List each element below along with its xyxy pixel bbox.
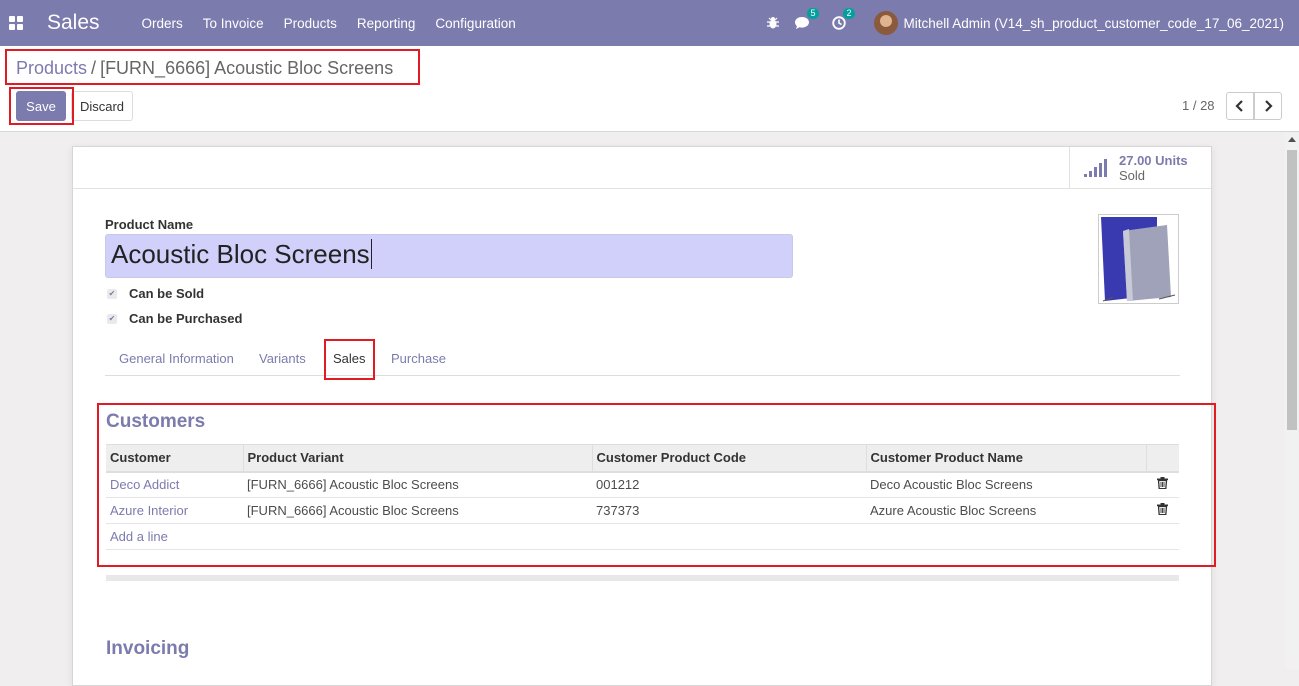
tab-purchase[interactable]: Purchase bbox=[391, 351, 446, 366]
control-panel: Products / [FURN_6666] Acoustic Bloc Scree… bbox=[0, 46, 1299, 132]
activities-clock-icon[interactable]: 2 bbox=[831, 8, 855, 30]
can-be-sold-checkbox[interactable]: ✔ bbox=[107, 288, 117, 299]
table-footer-bar bbox=[106, 575, 1179, 581]
can-be-purchased-label[interactable]: Can be Purchased bbox=[129, 311, 242, 326]
units-sold-stat-button[interactable]: 27.00 Units Sold bbox=[1069, 147, 1211, 189]
column-customer-product-code[interactable]: Customer Product Code bbox=[591, 444, 866, 473]
cell-customer-product-code[interactable]: 001212 bbox=[592, 471, 866, 498]
product-name-input[interactable]: Acoustic Bloc Screens bbox=[105, 234, 793, 278]
units-sold-value: 27.00 Units bbox=[1119, 153, 1188, 168]
units-sold-label: Sold bbox=[1119, 168, 1146, 183]
cell-customer-product-code[interactable]: 737373 bbox=[592, 497, 866, 524]
user-avatar[interactable] bbox=[873, 11, 898, 35]
cell-customer-product-name[interactable]: Azure Acoustic Bloc Screens bbox=[866, 497, 1146, 524]
product-name-value: Acoustic Bloc Screens bbox=[111, 239, 370, 269]
save-button[interactable]: Save bbox=[16, 91, 66, 121]
notebook-tabs: General Information Variants Sales Purch… bbox=[105, 339, 1180, 376]
column-customer-product-name[interactable]: Customer Product Name bbox=[865, 444, 1146, 473]
customers-table: Customer Product Variant Customer Produc… bbox=[106, 444, 1179, 550]
pager-next-button[interactable] bbox=[1254, 92, 1282, 120]
menu-reporting[interactable]: Reporting bbox=[357, 16, 416, 31]
smart-button-box: 27.00 Units Sold bbox=[73, 147, 1211, 189]
discard-button[interactable]: Discard bbox=[71, 91, 133, 121]
table-row[interactable]: Deco Addict [FURN_6666] Acoustic Bloc Sc… bbox=[106, 471, 1179, 498]
can-be-purchased-checkbox[interactable]: ✔ bbox=[107, 313, 117, 324]
table-row[interactable]: Azure Interior [FURN_6666] Acoustic Bloc… bbox=[106, 497, 1179, 524]
chevron-right-icon bbox=[1265, 100, 1273, 112]
cell-product-variant[interactable]: [FURN_6666] Acoustic Bloc Screens bbox=[243, 497, 592, 524]
messages-count-badge: 5 bbox=[807, 8, 819, 19]
cell-product-variant[interactable]: [FURN_6666] Acoustic Bloc Screens bbox=[243, 471, 592, 498]
can-be-purchased-row: ✔ Can be Purchased bbox=[107, 311, 242, 326]
tab-sales[interactable]: Sales bbox=[333, 351, 366, 366]
add-line-row: Add a line bbox=[106, 523, 1179, 550]
cell-customer[interactable]: Deco Addict bbox=[106, 471, 243, 498]
add-a-line-link[interactable]: Add a line bbox=[106, 523, 1179, 550]
column-actions bbox=[1145, 444, 1179, 473]
menu-configuration[interactable]: Configuration bbox=[435, 16, 515, 31]
menu-products[interactable]: Products bbox=[284, 16, 337, 31]
form-sheet: 27.00 Units Sold Product Name Acoustic B… bbox=[72, 146, 1212, 686]
pager-value[interactable]: 1 / 28 bbox=[1182, 98, 1215, 113]
page-scrollbar[interactable] bbox=[1285, 133, 1299, 669]
messages-icon[interactable]: 5 bbox=[794, 8, 819, 30]
user-menu[interactable]: Mitchell Admin (V14_sh_product_customer_… bbox=[904, 16, 1285, 31]
delete-row-button[interactable] bbox=[1146, 497, 1179, 524]
app-name[interactable]: Sales bbox=[47, 11, 100, 35]
table-header-row: Customer Product Variant Customer Produc… bbox=[106, 444, 1179, 473]
debug-bug-icon[interactable] bbox=[766, 16, 780, 30]
stat-text: 27.00 Units Sold bbox=[1119, 153, 1188, 183]
menu-to-invoice[interactable]: To Invoice bbox=[203, 16, 264, 31]
cell-customer[interactable]: Azure Interior bbox=[106, 497, 243, 524]
trash-icon bbox=[1157, 477, 1168, 490]
trash-icon bbox=[1157, 503, 1168, 516]
can-be-sold-label[interactable]: Can be Sold bbox=[129, 286, 204, 301]
acoustic-screen-image bbox=[1099, 215, 1178, 303]
cell-customer-product-name[interactable]: Deco Acoustic Bloc Screens bbox=[866, 471, 1146, 498]
column-customer[interactable]: Customer bbox=[106, 444, 243, 473]
delete-row-button[interactable] bbox=[1146, 471, 1179, 498]
tab-general-information[interactable]: General Information bbox=[119, 351, 234, 366]
menu-orders[interactable]: Orders bbox=[142, 16, 183, 31]
column-product-variant[interactable]: Product Variant bbox=[242, 444, 592, 473]
chevron-left-icon bbox=[1235, 100, 1243, 112]
can-be-sold-row: ✔ Can be Sold bbox=[107, 286, 204, 301]
text-cursor bbox=[370, 239, 372, 269]
breadcrumb-current: [FURN_6666] Acoustic Bloc Screens bbox=[100, 58, 394, 78]
breadcrumb-products-link[interactable]: Products bbox=[16, 58, 87, 78]
product-image[interactable] bbox=[1098, 214, 1179, 304]
signal-bars-icon bbox=[1084, 159, 1109, 177]
customers-section-title: Customers bbox=[106, 411, 206, 432]
invoicing-section-title: Invoicing bbox=[106, 638, 190, 659]
product-name-label: Product Name bbox=[105, 217, 194, 232]
breadcrumb: Products / [FURN_6666] Acoustic Bloc Scree… bbox=[16, 58, 393, 79]
top-navbar: Sales Orders To Invoice Products Reporti… bbox=[0, 0, 1299, 46]
apps-menu-icon[interactable] bbox=[9, 16, 23, 30]
scroll-up-arrow-icon[interactable] bbox=[1288, 137, 1296, 142]
activities-count-badge: 2 bbox=[843, 8, 855, 19]
tab-variants[interactable]: Variants bbox=[259, 351, 306, 366]
pager-previous-button[interactable] bbox=[1226, 92, 1254, 120]
scrollbar-thumb[interactable] bbox=[1287, 150, 1297, 430]
breadcrumb-separator: / bbox=[91, 58, 97, 78]
